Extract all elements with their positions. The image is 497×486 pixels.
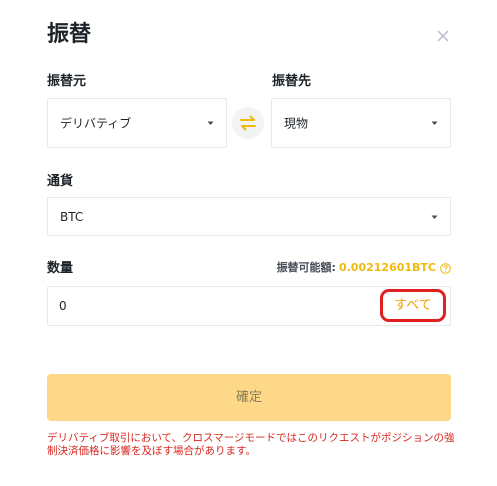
from-account-value: デリバティブ bbox=[60, 116, 132, 131]
caret-down-icon bbox=[207, 121, 214, 125]
available-amount: 振替可能額: 0.00212601BTC bbox=[277, 260, 451, 276]
currency-label: 通貨 bbox=[47, 174, 74, 189]
swap-arrows-icon bbox=[240, 115, 256, 131]
caret-down-icon bbox=[431, 215, 438, 219]
from-account-select[interactable]: デリバティブ bbox=[47, 98, 227, 148]
to-account-value: 現物 bbox=[284, 116, 309, 131]
close-icon[interactable] bbox=[434, 27, 452, 45]
confirm-button[interactable]: 確定 bbox=[47, 374, 451, 421]
swap-button[interactable] bbox=[232, 107, 264, 139]
question-icon[interactable] bbox=[440, 262, 451, 274]
amount-label: 数量 bbox=[47, 261, 74, 276]
to-account-select[interactable]: 現物 bbox=[271, 98, 451, 148]
from-label: 振替元 bbox=[47, 74, 87, 89]
caret-down-icon bbox=[431, 121, 438, 125]
cross-margin-warning: デリバティブ取引において、クロスマージモードではこのリクエストがポジションの強制… bbox=[47, 432, 455, 457]
currency-select[interactable]: BTC bbox=[47, 197, 451, 236]
dialog-title: 振替 bbox=[47, 22, 92, 47]
currency-value: BTC bbox=[60, 209, 84, 224]
transfer-dialog: 振替 振替元 デリバティブ 振替先 現物 通貨 BTC 数量 振替可能額: 0.… bbox=[0, 0, 497, 486]
amount-input[interactable] bbox=[59, 287, 359, 325]
max-all-button[interactable]: すべて bbox=[380, 289, 446, 322]
to-label: 振替先 bbox=[272, 74, 312, 89]
available-value: 0.00212601BTC bbox=[338, 261, 436, 274]
available-label: 振替可能額: bbox=[276, 261, 336, 274]
